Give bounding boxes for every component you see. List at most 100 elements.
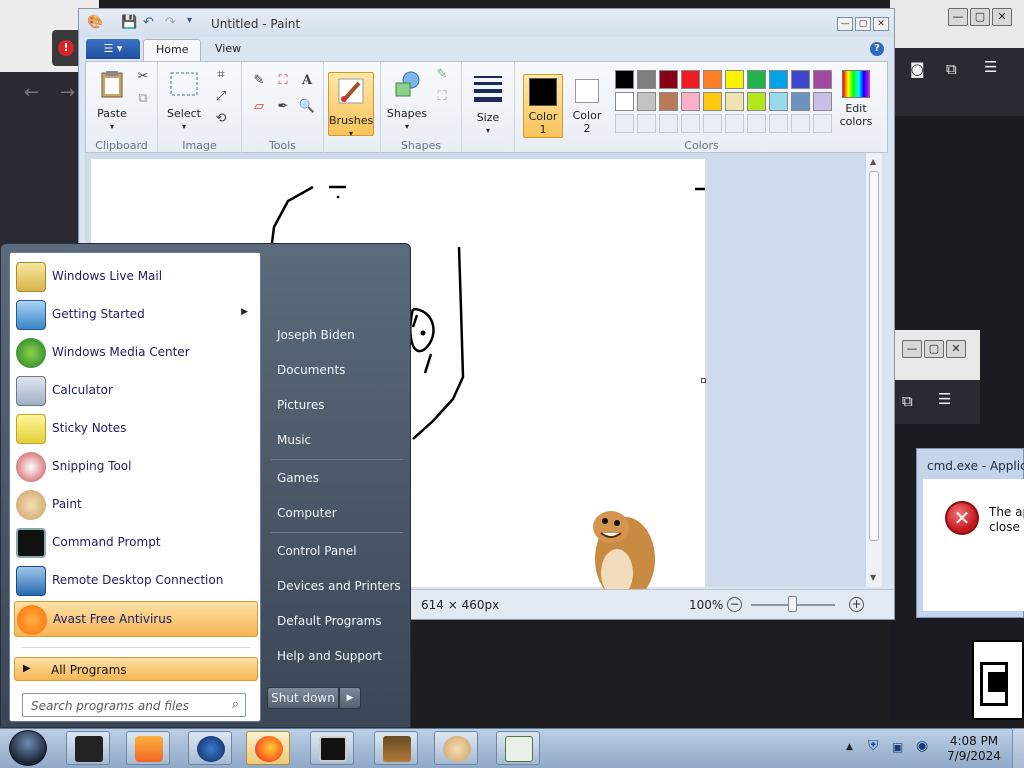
- taskbar-notepad[interactable]: [496, 731, 540, 765]
- help-icon[interactable]: ?: [870, 42, 884, 56]
- palette-swatch[interactable]: [769, 70, 788, 89]
- taskbar-command-prompt[interactable]: [310, 731, 354, 765]
- select-dropdown-icon[interactable]: ▾: [162, 120, 206, 133]
- maximize-icon[interactable]: ▢: [924, 340, 944, 358]
- scroll-thumb[interactable]: [869, 171, 879, 541]
- zoom-slider-thumb[interactable]: [788, 596, 797, 612]
- maximize-icon[interactable]: ▢: [970, 8, 990, 26]
- shapes-dropdown-icon[interactable]: ▾: [385, 120, 429, 133]
- palette-swatch[interactable]: [615, 92, 634, 111]
- start-menu-place-item[interactable]: Computer: [277, 506, 337, 520]
- start-menu-program[interactable]: Windows Media Center: [14, 335, 258, 371]
- edit-colors-button[interactable]: Edit colors: [831, 70, 881, 128]
- custom-color-slot[interactable]: [813, 114, 832, 133]
- redo-icon[interactable]: ↷: [165, 15, 176, 30]
- start-menu-program[interactable]: Remote Desktop Connection: [14, 563, 258, 599]
- shutdown-options-icon[interactable]: ▶: [339, 687, 361, 709]
- taskbar-browser[interactable]: [188, 731, 232, 765]
- pencil-icon[interactable]: ✎: [250, 72, 268, 90]
- custom-color-slot[interactable]: [637, 114, 656, 133]
- taskbar-media-player[interactable]: [126, 731, 170, 765]
- search-icon[interactable]: ⌕: [232, 697, 239, 712]
- text-tool-icon[interactable]: A: [298, 72, 316, 90]
- palette-swatch[interactable]: [681, 92, 700, 111]
- pocket-icon[interactable]: ◙: [910, 60, 925, 78]
- zoom-out-icon[interactable]: −: [727, 597, 742, 612]
- magnifier-icon[interactable]: 🔍: [298, 98, 316, 116]
- start-menu-program[interactable]: Sticky Notes: [14, 411, 258, 447]
- minimize-icon[interactable]: —: [948, 8, 968, 26]
- zoom-in-icon[interactable]: +: [849, 597, 864, 612]
- customize-quick-access-icon[interactable]: ▾: [187, 15, 192, 26]
- start-menu-place-item[interactable]: Default Programs: [277, 614, 382, 628]
- copy-icon[interactable]: ⧉: [134, 90, 152, 108]
- start-menu-place-item[interactable]: Pictures: [277, 398, 325, 412]
- crop-icon[interactable]: ⌗: [212, 66, 230, 84]
- menu-icon[interactable]: ☰: [984, 58, 997, 76]
- palette-swatch[interactable]: [813, 70, 832, 89]
- start-menu-place-item[interactable]: Documents: [277, 363, 345, 377]
- custom-color-slot[interactable]: [791, 114, 810, 133]
- palette-swatch[interactable]: [791, 92, 810, 111]
- palette-swatch[interactable]: [813, 92, 832, 111]
- close-icon[interactable]: ✕: [946, 340, 966, 358]
- security-shield-icon[interactable]: ⛨: [868, 738, 879, 754]
- palette-swatch[interactable]: [747, 70, 766, 89]
- resize-icon[interactable]: ⤢: [212, 88, 230, 106]
- volume-icon[interactable]: ◉: [916, 738, 928, 754]
- maximize-icon[interactable]: ▢: [855, 17, 871, 31]
- canvas-resize-handle[interactable]: [701, 378, 706, 383]
- paint-menu-button[interactable]: ☰ ▾: [86, 39, 140, 59]
- custom-color-slot[interactable]: [769, 114, 788, 133]
- palette-swatch[interactable]: [769, 92, 788, 111]
- palette-swatch[interactable]: [747, 92, 766, 111]
- cut-icon[interactable]: ✂: [134, 68, 152, 86]
- start-menu-program[interactable]: Command Prompt: [14, 525, 258, 561]
- brushes-button[interactable]: Brushes ▾: [328, 72, 374, 138]
- palette-swatch[interactable]: [637, 92, 656, 111]
- start-menu-place-item[interactable]: Music: [277, 433, 311, 447]
- start-button[interactable]: [4, 728, 50, 768]
- palette-swatch[interactable]: [791, 70, 810, 89]
- start-menu-place-item[interactable]: Control Panel: [277, 544, 357, 558]
- start-menu-place-item[interactable]: Devices and Printers: [277, 579, 401, 593]
- show-desktop-button[interactable]: [1012, 728, 1024, 768]
- custom-color-slot[interactable]: [615, 114, 634, 133]
- fill-icon[interactable]: ⛶: [274, 72, 292, 90]
- palette-swatch[interactable]: [725, 92, 744, 111]
- tab-home[interactable]: Home: [143, 39, 202, 61]
- shapes-button[interactable]: Shapes ▾: [385, 68, 429, 133]
- custom-color-slot[interactable]: [747, 114, 766, 133]
- search-input[interactable]: Search programs and files ⌕: [22, 693, 246, 717]
- palette-swatch[interactable]: [637, 70, 656, 89]
- show-hidden-icons[interactable]: ▲: [846, 742, 853, 752]
- fill-style-icon[interactable]: ⛶: [433, 88, 451, 106]
- custom-color-slot[interactable]: [725, 114, 744, 133]
- undo-icon[interactable]: ↶: [143, 15, 154, 30]
- custom-color-slot[interactable]: [703, 114, 722, 133]
- palette-swatch[interactable]: [681, 70, 700, 89]
- close-icon[interactable]: ✕: [873, 17, 889, 31]
- taskbar-folder[interactable]: [66, 731, 110, 765]
- vertical-scrollbar[interactable]: ▲ ▼: [865, 153, 882, 587]
- color1-button[interactable]: Color 1: [523, 74, 563, 138]
- start-menu-program[interactable]: Paint: [14, 487, 258, 523]
- extensions-icon[interactable]: ⧉: [946, 60, 957, 78]
- eraser-icon[interactable]: ▱: [250, 98, 268, 116]
- menu-icon[interactable]: ☰: [938, 390, 951, 408]
- start-menu-place-item[interactable]: Joseph Biden: [277, 328, 355, 342]
- taskbar-paint[interactable]: [434, 731, 478, 765]
- palette-swatch[interactable]: [659, 70, 678, 89]
- shutdown-button[interactable]: Shut down: [267, 687, 339, 709]
- all-programs-button[interactable]: ▶ All Programs: [14, 657, 258, 681]
- size-dropdown-icon[interactable]: ▾: [466, 124, 510, 137]
- palette-swatch[interactable]: [615, 70, 634, 89]
- tab-view[interactable]: View: [203, 39, 253, 61]
- save-icon[interactable]: 💾: [121, 15, 137, 30]
- palette-swatch[interactable]: [659, 92, 678, 111]
- forward-arrow-icon[interactable]: →: [60, 82, 75, 103]
- clock[interactable]: 4:08 PM 7/9/2024: [940, 734, 1008, 764]
- color-picker-icon[interactable]: ✒: [274, 98, 292, 116]
- paste-button[interactable]: Paste ▾: [92, 68, 132, 133]
- taskbar-firefox[interactable]: [246, 731, 290, 765]
